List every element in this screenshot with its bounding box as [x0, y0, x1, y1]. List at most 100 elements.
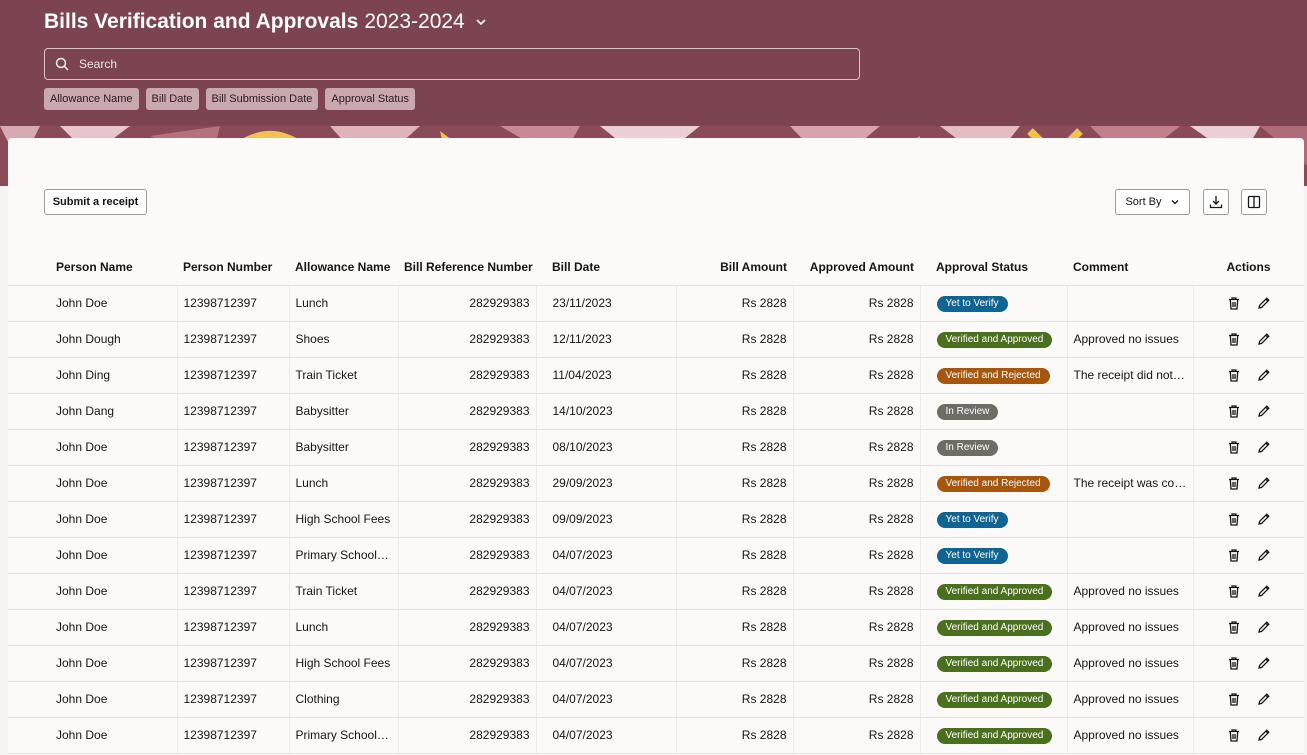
cell-actions	[1192, 501, 1304, 538]
cell-approval-status: Verified and Approved	[919, 321, 1067, 358]
cell-approval-status: Verified and Rejected	[919, 465, 1067, 502]
edit-icon[interactable]	[1256, 367, 1272, 383]
column-header-allowance-name[interactable]: Allowance Name	[289, 249, 398, 286]
delete-icon[interactable]	[1226, 511, 1242, 527]
cell-bill-amount: Rs 2828	[675, 573, 793, 610]
table-row[interactable]: John Doe 12398712397 High School Fees 28…	[8, 501, 1304, 538]
status-badge: In Review	[936, 439, 999, 456]
edit-icon[interactable]	[1256, 583, 1272, 599]
column-header-approval-status[interactable]: Approval Status	[920, 249, 1067, 286]
delete-icon[interactable]	[1226, 439, 1242, 455]
edit-icon[interactable]	[1256, 403, 1272, 419]
cell-comment	[1066, 285, 1193, 322]
delete-icon[interactable]	[1226, 403, 1242, 419]
table-row[interactable]: John Doe 12398712397 High School Fees 28…	[8, 645, 1304, 682]
filter-chip-bill-submission-date[interactable]: Bill Submission Date	[205, 88, 319, 110]
filter-chip-allowance-name[interactable]: Allowance Name	[44, 88, 139, 110]
cell-person-number: 12398712397	[176, 285, 289, 322]
cell-approved-amount: Rs 2828	[792, 645, 920, 682]
edit-icon[interactable]	[1256, 727, 1272, 743]
table-row[interactable]: John Doe 12398712397 Clothing 282929383 …	[8, 681, 1304, 718]
sort-by-button[interactable]: Sort By	[1115, 189, 1190, 215]
delete-icon[interactable]	[1226, 655, 1242, 671]
cell-person-number: 12398712397	[176, 645, 289, 682]
table-row[interactable]: John Doe 12398712397 Lunch 282929383 04/…	[8, 609, 1304, 646]
column-header-bill-reference-number[interactable]: Bill Reference Number	[398, 249, 536, 286]
table-row[interactable]: John Doe 12398712397 Train Ticket 282929…	[8, 573, 1304, 610]
table-row[interactable]: John Dough 12398712397 Shoes 282929383 1…	[8, 321, 1304, 358]
cell-allowance-name: Lunch	[288, 609, 398, 646]
chevron-down-icon[interactable]	[473, 14, 489, 30]
cell-bill-reference-number: 282929383	[397, 321, 536, 358]
edit-icon[interactable]	[1256, 511, 1272, 527]
edit-icon[interactable]	[1256, 655, 1272, 671]
cell-person-number: 12398712397	[176, 465, 289, 502]
delete-icon[interactable]	[1226, 367, 1242, 383]
edit-icon[interactable]	[1256, 439, 1272, 455]
cell-allowance-name: Primary School…	[288, 717, 398, 754]
cell-actions	[1192, 393, 1304, 430]
delete-icon[interactable]	[1226, 295, 1242, 311]
cell-comment: The receipt did not…	[1066, 357, 1193, 394]
edit-icon[interactable]	[1256, 691, 1272, 707]
year-selector[interactable]: 2023-2024	[364, 10, 464, 34]
status-badge: In Review	[936, 403, 999, 420]
column-header-bill-amount[interactable]: Bill Amount	[676, 249, 793, 286]
search-bar[interactable]	[44, 48, 860, 80]
filter-chip-bill-date[interactable]: Bill Date	[145, 88, 199, 110]
cell-approval-status: Verified and Approved	[919, 681, 1067, 718]
cell-bill-amount: Rs 2828	[675, 393, 793, 430]
edit-icon[interactable]	[1256, 619, 1272, 635]
edit-icon[interactable]	[1256, 475, 1272, 491]
column-header-person-number[interactable]: Person Number	[177, 249, 289, 286]
edit-icon[interactable]	[1256, 547, 1272, 563]
row-actions	[1200, 691, 1299, 707]
filter-chip-approval-status[interactable]: Approval Status	[325, 88, 416, 110]
delete-icon[interactable]	[1226, 691, 1242, 707]
delete-icon[interactable]	[1226, 619, 1242, 635]
delete-icon[interactable]	[1226, 331, 1242, 347]
cell-bill-amount: Rs 2828	[675, 285, 793, 322]
search-input[interactable]	[79, 57, 839, 71]
delete-icon[interactable]	[1226, 727, 1242, 743]
cell-approved-amount: Rs 2828	[792, 501, 920, 538]
column-header-bill-date[interactable]: Bill Date	[536, 249, 676, 286]
cell-approval-status: Verified and Rejected	[919, 357, 1067, 394]
column-header-comment[interactable]: Comment	[1067, 249, 1193, 286]
sort-by-label: Sort By	[1125, 196, 1162, 208]
cell-actions	[1192, 609, 1304, 646]
delete-icon[interactable]	[1226, 547, 1242, 563]
delete-icon[interactable]	[1226, 583, 1242, 599]
status-badge: Verified and Rejected	[936, 367, 1050, 384]
column-header-approved-amount[interactable]: Approved Amount	[793, 249, 920, 286]
cell-bill-date: 29/09/2023	[535, 465, 676, 502]
table-row[interactable]: John Doe 12398712397 Lunch 282929383 23/…	[8, 285, 1304, 322]
cell-approval-status: In Review	[919, 429, 1067, 466]
cell-comment: Approved no issues	[1066, 717, 1193, 754]
table-row[interactable]: John Doe 12398712397 Babysitter 28292938…	[8, 429, 1304, 466]
download-button[interactable]	[1203, 189, 1229, 215]
cell-approval-status: Yet to Verify	[919, 501, 1067, 538]
row-actions	[1200, 727, 1299, 743]
cell-actions	[1192, 429, 1304, 466]
columns-button[interactable]	[1241, 189, 1267, 215]
table-row[interactable]: John Doe 12398712397 Primary School… 282…	[8, 537, 1304, 574]
cell-bill-amount: Rs 2828	[675, 501, 793, 538]
delete-icon[interactable]	[1226, 475, 1242, 491]
submit-receipt-button[interactable]: Submit a receipt	[44, 189, 147, 215]
cell-approved-amount: Rs 2828	[792, 609, 920, 646]
column-header-person-name[interactable]: Person Name	[8, 249, 177, 286]
edit-icon[interactable]	[1256, 295, 1272, 311]
page-title-text: Bills Verification and Approvals	[44, 10, 359, 33]
columns-icon	[1247, 195, 1261, 209]
edit-icon[interactable]	[1256, 331, 1272, 347]
table-row[interactable]: John Dang 12398712397 Babysitter 2829293…	[8, 393, 1304, 430]
cell-bill-date: 04/07/2023	[535, 645, 676, 682]
table-row[interactable]: John Doe 12398712397 Lunch 282929383 29/…	[8, 465, 1304, 502]
table-row[interactable]: John Ding 12398712397 Train Ticket 28292…	[8, 357, 1304, 394]
row-actions	[1200, 331, 1299, 347]
cell-allowance-name: High School Fees	[288, 501, 398, 538]
cell-bill-reference-number: 282929383	[397, 681, 536, 718]
cell-bill-amount: Rs 2828	[675, 645, 793, 682]
table-row[interactable]: John Doe 12398712397 Primary School… 282…	[8, 717, 1304, 754]
